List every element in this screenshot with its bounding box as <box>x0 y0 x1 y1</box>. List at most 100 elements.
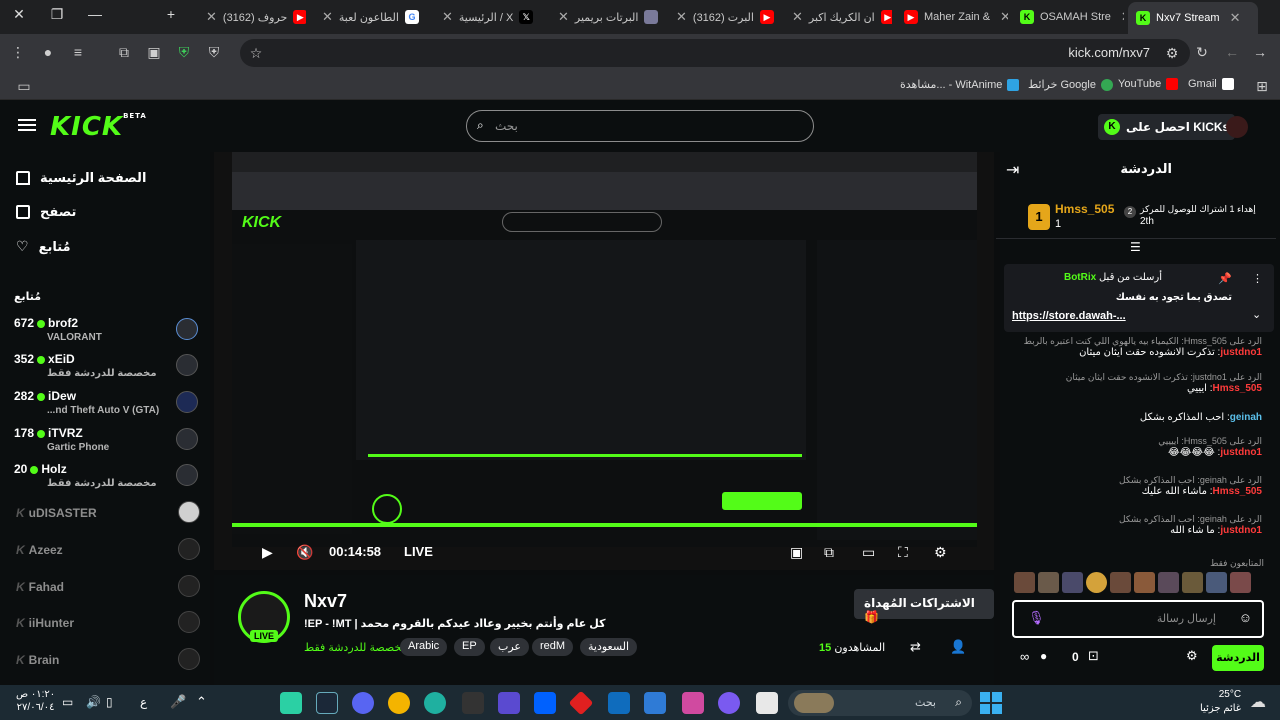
back-icon[interactable]: → <box>1250 42 1270 62</box>
app-icon[interactable] <box>280 692 302 714</box>
store-icon[interactable] <box>644 692 666 714</box>
extension-icon[interactable]: ▣ <box>144 42 164 62</box>
site-settings-icon[interactable]: ⚙ <box>1162 43 1182 63</box>
play-icon[interactable]: ▶ <box>262 544 273 561</box>
sidebar-channel-itvrz[interactable]: 178 iTVRZ Gartic Phone <box>14 422 200 458</box>
bookmark-maps[interactable]: خرائط Google <box>1028 78 1113 91</box>
edge-icon[interactable] <box>424 692 446 714</box>
progress-bar[interactable] <box>232 523 977 527</box>
network-icon[interactable]: ▯ <box>106 695 113 709</box>
volume-icon[interactable]: 🔊 <box>86 695 101 709</box>
sidebar-channel-brof2[interactable]: 672 brof2 VALORANT <box>14 312 200 348</box>
sidebar-channel-iihunter[interactable]: KiiHunter <box>16 611 202 633</box>
theater-mode-icon[interactable]: ▭ <box>862 544 875 561</box>
pip-icon[interactable]: ⧉ <box>824 544 834 561</box>
outlook-icon[interactable] <box>608 692 630 714</box>
collapse-chat-icon[interactable]: ⇥ <box>1006 160 1019 180</box>
microphone-icon[interactable]: 🎤 <box>170 694 186 710</box>
tag-ep[interactable]: EP <box>454 638 485 656</box>
infinity-icon[interactable]: ∞ <box>1020 649 1029 664</box>
new-tab-button[interactable]: + <box>156 6 186 22</box>
streamer-name[interactable]: Nxv7 <box>304 591 347 612</box>
browser-tab[interactable]: K OSAMAH Stre ✕ <box>1012 4 1124 30</box>
close-tab-icon[interactable]: ✕ <box>558 9 569 25</box>
discord-icon[interactable] <box>352 692 374 714</box>
dropbox-icon[interactable] <box>534 692 556 714</box>
kick-logo[interactable]: KICKBETA <box>50 112 147 142</box>
tag-saudi[interactable]: السعودية <box>580 638 638 656</box>
profile-avatar-icon[interactable]: ● <box>38 42 58 62</box>
reading-list-icon[interactable]: ≡ <box>68 42 88 62</box>
close-tab-icon[interactable]: ✕ <box>792 9 803 25</box>
language-indicator[interactable]: ع <box>140 695 147 709</box>
adblock-icon[interactable]: ⛨ <box>204 42 224 62</box>
browser-tab-active[interactable]: K Nxv7 Stream ✕ <box>1128 2 1258 34</box>
chat-message-input[interactable]: 🎙 إرسال رسالة ☺ <box>1012 600 1264 638</box>
nav-browse[interactable]: تصفح <box>16 204 76 220</box>
gift-subs-button[interactable]: الاشتراكات المُهداة 🎁 <box>854 589 994 624</box>
file-explorer-icon[interactable] <box>756 692 778 714</box>
tag-arabic[interactable]: Arabic <box>400 638 448 656</box>
microphone-icon[interactable]: 🎙 <box>1028 610 1045 626</box>
all-bookmarks-icon[interactable]: ▭ <box>14 76 34 96</box>
follow-user-icon[interactable]: 👤 <box>950 639 966 655</box>
clock[interactable]: ٠١:٢٠ ص ٢٧/٠٦/٠٤ <box>16 688 55 714</box>
browser-tab[interactable]: ✕ الرئيسية / X 𝕏 <box>430 4 540 30</box>
pinned-user[interactable]: BotRix <box>1064 272 1096 283</box>
close-window-icon[interactable]: ✕ <box>4 6 34 23</box>
menu-dots-icon[interactable]: ⋮ <box>8 42 28 62</box>
leader-name[interactable]: Hmss_505 <box>1055 202 1114 216</box>
forward-icon[interactable]: ← <box>1222 42 1242 62</box>
chrome-icon[interactable] <box>388 692 410 714</box>
share-icon[interactable]: ⇄ <box>910 639 921 655</box>
pinned-link[interactable]: https://store.dawah-... <box>1012 310 1126 322</box>
shield-icon[interactable]: ⛨ <box>174 42 194 62</box>
live-indicator[interactable]: LIVE <box>404 544 433 559</box>
copilot-icon[interactable] <box>718 692 740 714</box>
close-tab-icon[interactable]: ✕ <box>1230 10 1241 26</box>
weather-widget[interactable]: 25°C غائم جزئيا <box>1200 688 1241 716</box>
user-avatar[interactable] <box>1226 116 1248 138</box>
emote-bar[interactable] <box>1014 572 1264 594</box>
epic-games-icon[interactable] <box>462 692 484 714</box>
app-icon[interactable] <box>568 690 594 716</box>
close-tab-icon[interactable]: ✕ <box>676 9 687 25</box>
reload-icon[interactable]: ↻ <box>1192 42 1212 62</box>
browser-tab[interactable]: ▶ Maher Zain & ✕ <box>896 4 1008 30</box>
fullscreen-icon[interactable]: ⛶ <box>898 544 908 561</box>
chat-settings-gear-icon[interactable]: ⚙ <box>1186 648 1198 664</box>
close-tab-icon[interactable]: ✕ <box>322 9 333 25</box>
close-tab-icon[interactable]: ✕ <box>1121 9 1124 25</box>
search-input[interactable]: ⌕ بحث <box>466 110 814 142</box>
sidebar-channel-xeid[interactable]: 352 xEiD مخصصة للدردشة فقط <box>14 348 200 384</box>
windows-start-icon[interactable] <box>980 692 1002 714</box>
extensions-icon[interactable]: ⧉ <box>114 42 134 62</box>
emote-menu-icon[interactable]: ● <box>1040 649 1047 663</box>
video-player[interactable]: KICK ▶ 🔇 00:14:58 LIVE ▣ ⧉ ▭ ⛶ ⚙ <box>214 152 994 570</box>
browser-tab[interactable]: ✕ الطاعون لعبة G <box>310 4 422 30</box>
send-chat-button[interactable]: الدردشة <box>1212 645 1264 671</box>
browser-tab[interactable]: ✕ ان الكريك اكبر ▶ <box>780 4 892 30</box>
chevron-down-icon[interactable]: ⌄ <box>1252 308 1261 321</box>
maximize-window-icon[interactable]: ❐ <box>42 6 72 23</box>
browser-tab[interactable]: ✕ (3162) حروف ▶ <box>194 4 306 30</box>
sidebar-channel-fahad[interactable]: K Fahad <box>16 575 202 597</box>
bookmark-youtube[interactable]: YouTube <box>1118 78 1179 90</box>
bookmark-star-icon[interactable]: ☆ <box>246 43 266 63</box>
browser-tab[interactable]: ✕ (3162) البرت ▶ <box>664 4 776 30</box>
chevron-up-icon[interactable]: ⌃ <box>196 694 207 710</box>
sidebar-channel-azeez[interactable]: K Azeez <box>16 538 202 560</box>
settings-gear-icon[interactable]: ⚙ <box>934 544 947 561</box>
sidebar-channel-udisaster[interactable]: KuDISASTER <box>16 501 202 523</box>
app-icon[interactable] <box>682 692 704 714</box>
tag-arab[interactable]: عرب <box>490 638 529 656</box>
stream-category[interactable]: مخصصة للدردشة فقط <box>304 641 407 654</box>
get-kicks-button[interactable]: K احصل على KICKs <box>1098 114 1236 140</box>
more-options-icon[interactable]: ⋮ <box>1252 272 1263 285</box>
app-icon[interactable] <box>498 692 520 714</box>
sidebar-channel-brain[interactable]: K Brain <box>16 648 202 670</box>
close-tab-icon[interactable]: ✕ <box>206 9 217 25</box>
sidebar-channel-idew[interactable]: 282 iDew ...nd Theft Auto V (GTA) <box>14 385 200 421</box>
expand-leaderboard-icon[interactable]: ☰ <box>1130 240 1141 254</box>
sidebar-channel-holz[interactable]: 20 Holz مخصصة للدردشة فقط <box>14 458 200 494</box>
